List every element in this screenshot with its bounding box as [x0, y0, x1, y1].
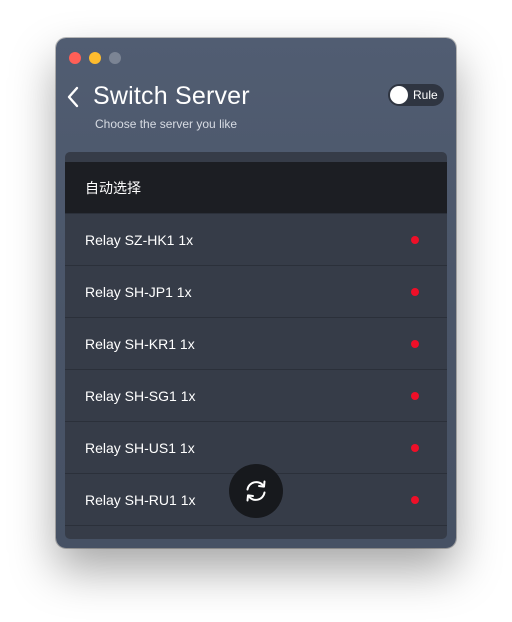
- status-dot: [411, 235, 419, 244]
- status-dot: [411, 443, 419, 452]
- window-controls: [69, 52, 121, 64]
- refresh-button[interactable]: [229, 464, 283, 518]
- server-name: Relay SH-KR1 1x: [85, 335, 195, 352]
- server-name: 自动选择: [85, 179, 141, 196]
- server-name: Relay SZ-HK1 1x: [85, 231, 194, 248]
- minimize-window-button[interactable]: [89, 52, 101, 64]
- server-row-sh-sg1[interactable]: Relay SH-SG1 1x: [65, 370, 447, 422]
- back-button[interactable]: [62, 84, 86, 110]
- maximize-window-button[interactable]: [109, 52, 121, 64]
- rule-toggle[interactable]: Rule: [388, 84, 444, 106]
- server-name: Relay SH-SG1 1x: [85, 387, 196, 404]
- rule-toggle-label: Rule: [413, 88, 438, 102]
- status-dot: [411, 495, 419, 504]
- refresh-icon: [246, 480, 266, 502]
- status-dot: [411, 391, 419, 400]
- server-name: Relay SH-JP1 1x: [85, 283, 192, 300]
- server-row-sh-kr1[interactable]: Relay SH-KR1 1x: [65, 318, 447, 370]
- switch-server-window: Switch Server Choose the server you like…: [56, 38, 456, 548]
- status-dot: [411, 339, 419, 348]
- status-dot: [411, 287, 419, 296]
- close-window-button[interactable]: [69, 52, 81, 64]
- server-row-auto-select[interactable]: 自动选择: [65, 162, 447, 214]
- chevron-left-icon: [67, 86, 79, 108]
- server-row-sh-jp1[interactable]: Relay SH-JP1 1x: [65, 266, 447, 318]
- page-subtitle: Choose the server you like: [95, 117, 238, 131]
- server-row-sz-hk1[interactable]: Relay SZ-HK1 1x: [65, 214, 447, 266]
- server-name: Relay SH-US1 1x: [85, 439, 195, 456]
- page-title: Switch Server: [93, 82, 250, 110]
- toggle-knob: [390, 86, 408, 104]
